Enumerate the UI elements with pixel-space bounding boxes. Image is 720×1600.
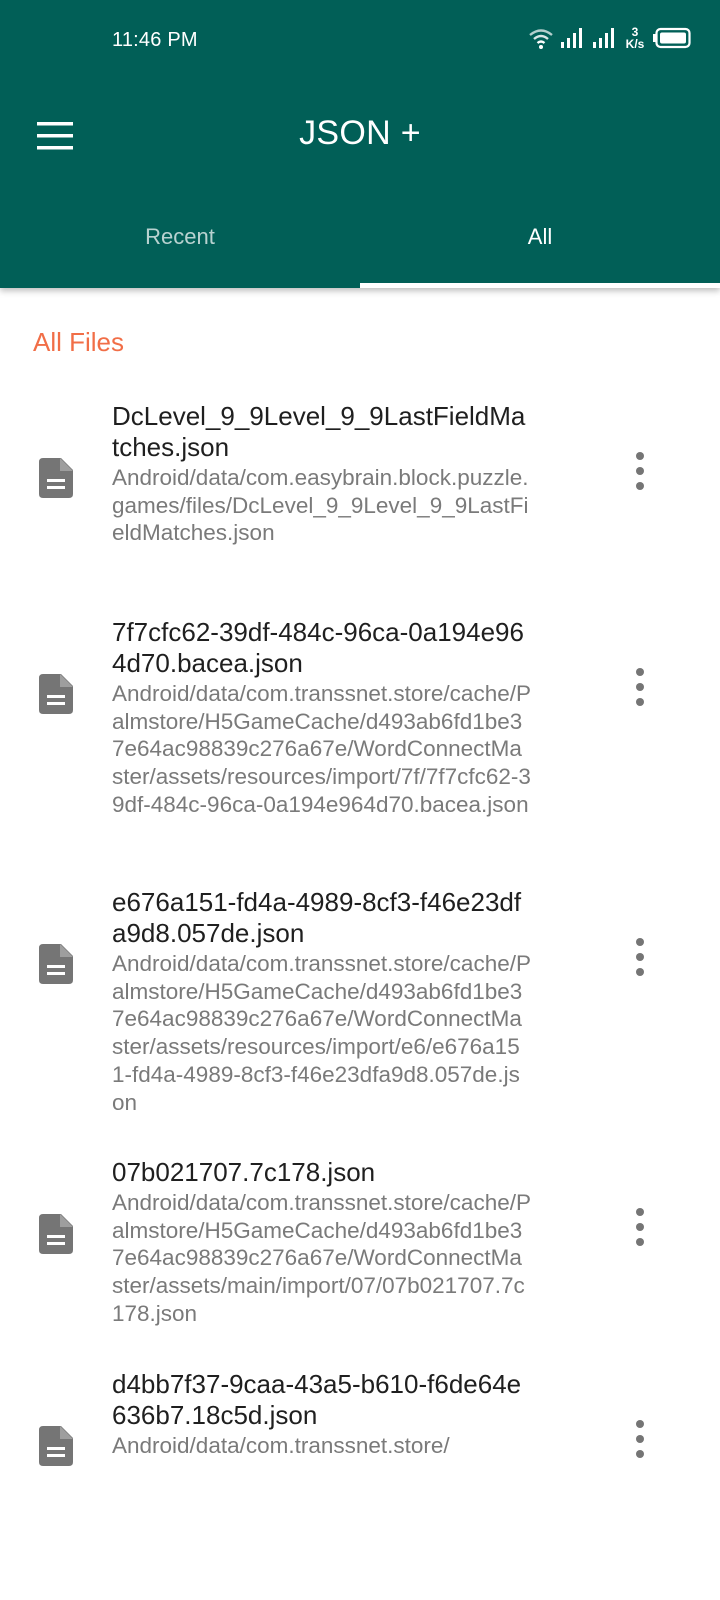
list-item[interactable]: 07b021707.7c178.json Android/data/com.tr… (0, 1157, 720, 1373)
list-item[interactable]: 7f7cfc62-39df-484c-96ca-0a194e964d70.bac… (0, 617, 720, 891)
app-title: JSON + (299, 114, 421, 152)
more-options-icon[interactable] (620, 1202, 660, 1252)
file-icon (39, 1214, 73, 1254)
status-bar: 11:46 PM 3 K/s (0, 0, 720, 80)
file-icon (39, 944, 73, 984)
list-item[interactable]: e676a151-fd4a-4989-8cf3-f46e23dfa9d8.057… (0, 887, 720, 1161)
more-options-icon[interactable] (620, 932, 660, 982)
section-title: All Files (33, 327, 125, 357)
file-path: Android/data/com.easybrain.block.puzzle.… (112, 465, 529, 546)
list-item[interactable]: d4bb7f37-9caa-43a5-b610-f6de64e636b7.18c… (0, 1369, 720, 1480)
file-path: Android/data/com.transsnet.store/cache/P… (112, 1190, 531, 1326)
bottom-area (0, 1480, 720, 1600)
tab-recent[interactable]: Recent (0, 200, 360, 284)
file-icon (39, 674, 73, 714)
list-item[interactable]: DcLevel_9_9Level_9_9LastFieldMatches.jso… (0, 405, 720, 621)
file-name: 07b021707.7c178.json (112, 1157, 376, 1187)
status-icons: 3 K/s (528, 26, 698, 56)
app-bar: 11:46 PM 3 K/s JSON + Recent All (0, 0, 720, 288)
tab-all[interactable]: All (360, 200, 720, 284)
file-icon (39, 458, 73, 498)
file-name: d4bb7f37-9caa-43a5-b610-f6de64e636b7.18c… (112, 1369, 522, 1430)
more-options-icon[interactable] (620, 662, 660, 712)
net-speed: 3 K/s (624, 26, 646, 50)
signal-icon (561, 28, 582, 48)
file-name: 7f7cfc62-39df-484c-96ca-0a194e964d70.bac… (112, 617, 524, 678)
status-time: 11:46 PM (112, 29, 198, 51)
file-list[interactable]: DcLevel_9_9Level_9_9LastFieldMatches.jso… (0, 405, 720, 1480)
battery-icon (653, 27, 691, 49)
file-name: e676a151-fd4a-4989-8cf3-f46e23dfa9d8.057… (112, 887, 522, 948)
file-icon (39, 1426, 73, 1466)
file-path: Android/data/com.transsnet.store/ (112, 1433, 450, 1458)
file-path: Android/data/com.transsnet.store/cache/P… (112, 681, 531, 817)
file-text: d4bb7f37-9caa-43a5-b610-f6de64e636b7.18c… (112, 1369, 532, 1460)
signal-icon (593, 28, 614, 48)
tab-indicator (360, 283, 720, 288)
wifi-icon (529, 29, 553, 49)
file-text: 07b021707.7c178.json Android/data/com.tr… (112, 1157, 532, 1328)
file-name: DcLevel_9_9Level_9_9LastFieldMatches.jso… (112, 405, 526, 462)
more-options-icon[interactable] (620, 446, 660, 496)
file-text: e676a151-fd4a-4989-8cf3-f46e23dfa9d8.057… (112, 887, 532, 1116)
more-options-icon[interactable] (620, 1414, 660, 1464)
net-speed-unit: K/s (625, 37, 645, 51)
file-path: Android/data/com.transsnet.store/cache/P… (112, 951, 531, 1115)
file-text: 7f7cfc62-39df-484c-96ca-0a194e964d70.bac… (112, 617, 532, 819)
file-text: DcLevel_9_9Level_9_9LastFieldMatches.jso… (112, 405, 532, 547)
